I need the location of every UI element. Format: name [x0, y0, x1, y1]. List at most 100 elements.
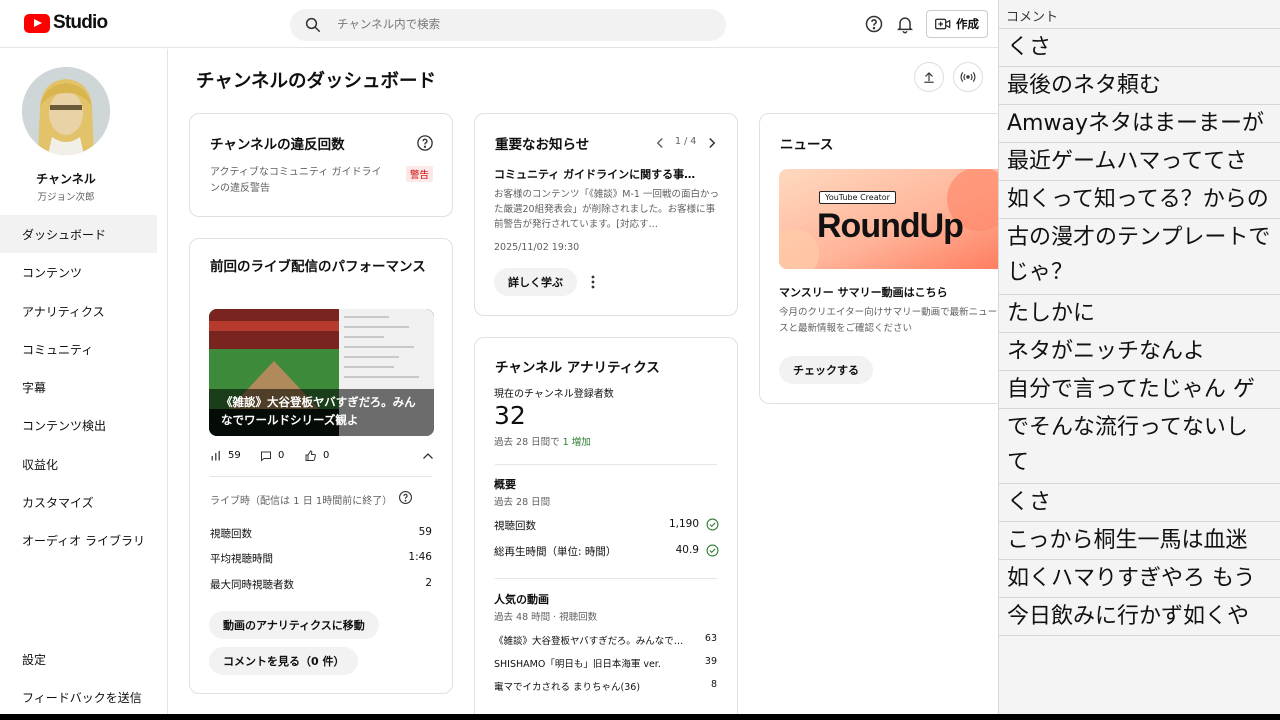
go-live-button[interactable] — [953, 62, 983, 92]
go-to-analytics-button[interactable]: 動画のアナリティクスに移動 — [209, 611, 379, 639]
subs-label: 現在のチャンネル登録者数 — [494, 389, 614, 400]
comment-row: くさ — [999, 28, 1280, 66]
sidebar-item-settings[interactable]: 設定 — [0, 640, 157, 678]
top-video-views: 63 — [704, 633, 717, 644]
notice-card: 重要なお知らせ 1 / 4 コミュニティ ガイドラインに関する事… お客様のコン… — [474, 113, 738, 316]
comment-row: 如くハマりすぎやろ もう — [999, 559, 1280, 597]
comments-count: 0 — [278, 450, 285, 461]
youtube-play-icon — [24, 13, 50, 33]
divider — [495, 464, 717, 465]
banner-tag: YouTube Creator — [819, 191, 896, 204]
upload-button[interactable] — [914, 62, 944, 92]
warning-badge: 警告 — [406, 166, 434, 182]
create-button[interactable]: 作成 — [926, 10, 988, 38]
top-videos-period: 過去 48 時間 · 視聴回数 — [494, 612, 598, 623]
check-circle-icon — [706, 544, 719, 557]
search-bar[interactable]: チャンネル内で検索 — [290, 9, 726, 41]
channel-handle: 万ジョン次郎 — [37, 192, 95, 203]
stat-label: 平均視聴時間 — [210, 553, 273, 565]
channel-name: チャンネル — [36, 172, 96, 186]
sidebar-item-content-detection[interactable]: コンテンツ検出 — [0, 406, 157, 444]
chevron-left-icon[interactable] — [655, 137, 665, 149]
comment-row: Amwayネタはまーまーが — [999, 104, 1280, 142]
notice-pager: 1 / 4 — [675, 136, 697, 147]
video-add-icon — [935, 18, 951, 30]
sidebar-item-label: コンテンツ — [22, 265, 83, 280]
sidebar-item-community[interactable]: コミュニティ — [0, 330, 157, 368]
stat-value: 2 — [425, 577, 432, 589]
likes-count: 0 — [323, 450, 330, 461]
comment-row: 今日飲みに行かず如くや — [999, 597, 1280, 636]
comment-panel-header: コメント — [1006, 10, 1059, 25]
sidebar-item-content[interactable]: コンテンツ — [0, 253, 157, 291]
summary-label: 総再生時間（単位: 時間） — [494, 546, 617, 558]
top-video-views: 39 — [704, 656, 717, 667]
divider — [210, 476, 432, 477]
comment-row: 如くって知ってる？からの — [999, 180, 1280, 218]
view-comments-button[interactable]: コメントを見る（0 件） — [209, 647, 359, 675]
chevron-right-icon[interactable] — [707, 137, 717, 149]
search-input[interactable]: チャンネル内で検索 — [337, 16, 440, 32]
violations-text: アクティブなコミュニティ ガイドラインの違反警告 — [210, 167, 382, 194]
comment-row: 最後のネタ頼む — [999, 66, 1280, 104]
summary-label: 視聴回数 — [494, 520, 536, 532]
banner-word: RoundUp — [817, 207, 964, 245]
logo-text: Studio — [53, 12, 108, 33]
sidebar-item-customization[interactable]: カスタマイズ — [0, 483, 157, 521]
chevron-up-icon[interactable] — [422, 451, 434, 461]
notice-headline: コミュニティ ガイドラインに関する事… — [494, 168, 696, 181]
broadcast-icon — [960, 72, 976, 82]
notice-title: 重要なお知らせ — [495, 137, 590, 153]
avatar[interactable] — [22, 67, 110, 155]
sidebar-item-label: 設定 — [22, 652, 47, 667]
sidebar-item-analytics[interactable]: アナリティクス — [0, 292, 157, 330]
top-video-title[interactable]: SHISHAMO「明日も」旧日本海軍 ver. — [494, 656, 661, 670]
check-news-button[interactable]: チェックする — [779, 356, 873, 384]
help-icon[interactable] — [864, 14, 884, 34]
stat-value: 1:46 — [408, 551, 432, 563]
top-video-title[interactable]: 竃マでイカされる まりちゃん(36) — [494, 679, 640, 693]
learn-more-button[interactable]: 詳しく学ぶ — [494, 268, 577, 296]
stat-label: 視聴回数 — [210, 528, 252, 540]
sidebar-item-dashboard[interactable]: ダッシュボード — [0, 215, 157, 253]
analytics-title: チャンネル アナリティクス — [495, 360, 660, 376]
news-body: 今月のクリエイター向けサマリー動画で最新ニュースと最新情報をご確認ください — [779, 307, 998, 334]
sidebar-item-label: オーディオ ライブラリ — [22, 533, 145, 548]
sidebar-item-audio-library[interactable]: オーディオ ライブラリ — [0, 521, 157, 559]
help-icon[interactable] — [398, 490, 413, 505]
news-card: ニュース YouTube Creator RoundUp マンスリー サマリー動… — [759, 113, 1019, 404]
news-headline: マンスリー サマリー動画はこちら — [779, 286, 948, 299]
studio-logo[interactable]: Studio — [24, 12, 108, 34]
views-count: 59 — [228, 450, 241, 461]
sidebar-item-label: コンテンツ検出 — [22, 418, 107, 433]
more-options-icon[interactable] — [591, 275, 595, 289]
help-icon[interactable] — [416, 134, 434, 152]
news-title: ニュース — [780, 137, 834, 153]
notice-body: お客様のコンテンツ「《雑談》M-1 一回戦の面白かった厳選20組発表会」が削除さ… — [494, 189, 719, 230]
video-thumbnail[interactable]: 《雑談》大谷登板ヤバすぎだろ。みんなでワールドシリーズ観よ — [209, 309, 434, 436]
notice-date: 2025/11/02 19:30 — [494, 242, 580, 253]
top-video-views: 8 — [710, 679, 717, 690]
live-title: 前回のライブ配信のパフォーマンス — [210, 259, 426, 275]
thumbnail-caption: 《雑談》大谷登板ヤバすぎだろ。みんなでワールドシリーズ観よ — [221, 395, 416, 427]
sidebar-item-label: カスタマイズ — [22, 495, 94, 510]
sidebar-item-feedback[interactable]: フィードバックを送信 — [0, 678, 157, 716]
summary-period: 過去 28 日間 — [494, 497, 551, 508]
sidebar-item-monetization[interactable]: 収益化 — [0, 445, 157, 483]
sidebar: チャンネル 万ジョン次郎 ダッシュボード コンテンツ アナリティクス コミュニテ… — [0, 49, 168, 720]
summary-title: 概要 — [494, 478, 516, 491]
live-period-label: ライブ時（配信は 1 日 1時間前に終了） — [210, 496, 393, 507]
comment-row: じゃ？ — [1007, 260, 1074, 285]
like-icon — [305, 450, 316, 461]
top-bar: Studio チャンネル内で検索 作成 — [0, 0, 998, 48]
divider — [495, 578, 717, 579]
sidebar-item-label: 字幕 — [22, 380, 47, 395]
summary-value: 1,190 — [668, 518, 699, 530]
news-banner[interactable]: YouTube Creator RoundUp — [779, 169, 1009, 269]
bar-chart-icon — [211, 451, 220, 461]
bell-icon[interactable] — [895, 14, 915, 34]
sidebar-item-subtitles[interactable]: 字幕 — [0, 368, 157, 406]
sidebar-item-label: フィードバックを送信 — [22, 690, 142, 705]
top-video-title[interactable]: 《雑談》大谷登板ヤバすぎだろ。みんなで… — [494, 633, 683, 647]
summary-value: 40.9 — [675, 544, 699, 556]
